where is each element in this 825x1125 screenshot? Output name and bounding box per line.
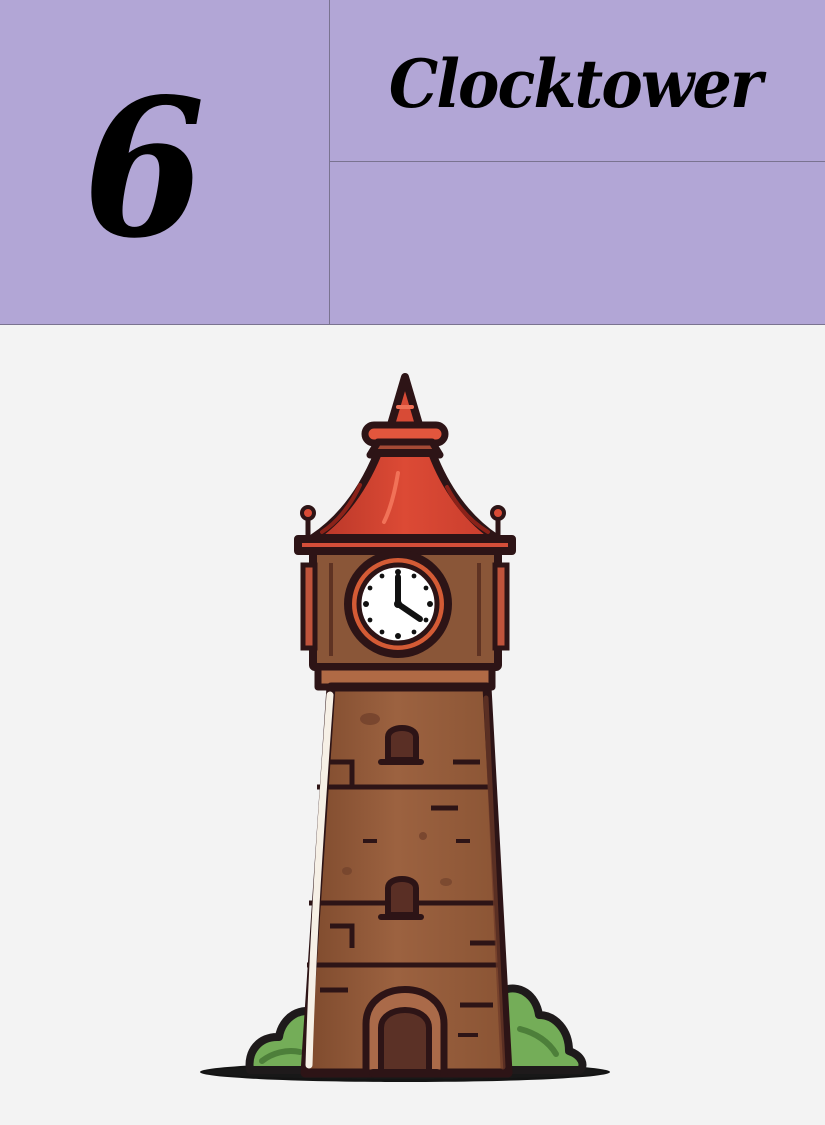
card-header: 6 Clocktower (0, 0, 825, 325)
card-number: 6 (83, 56, 206, 280)
tower-roof (294, 449, 516, 555)
tower-spire (361, 373, 449, 459)
location-card: 6 Clocktower (0, 0, 825, 1125)
clocktower-icon (200, 373, 610, 1082)
card-empty-panel (330, 162, 825, 325)
illustration-area (0, 325, 825, 1125)
card-title-panel: Clocktower (330, 0, 825, 162)
clock-chamber (300, 547, 510, 691)
card-number-panel: 6 (0, 0, 330, 325)
tower-body (300, 682, 513, 1078)
card-title: Clocktower (388, 44, 763, 123)
